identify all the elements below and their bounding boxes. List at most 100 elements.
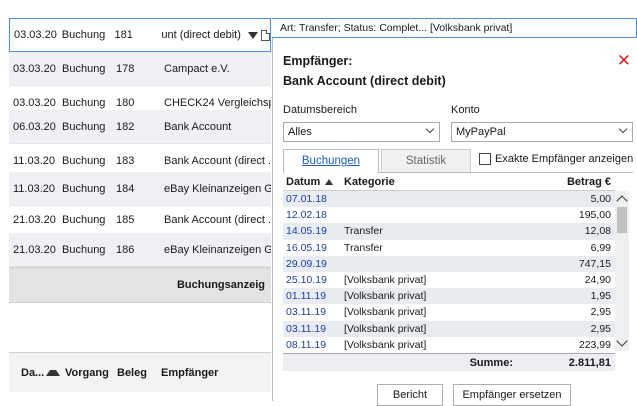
header-process[interactable]: Vorgang (59, 367, 111, 379)
header-receipt[interactable]: Beleg (111, 367, 155, 379)
cell-date: 25.10.19 (286, 273, 327, 286)
table-scrollbar[interactable] (615, 191, 629, 351)
sum-row: Summe: 2.811,81 (283, 352, 615, 371)
booking-row-selected[interactable]: 03.03.20 Buchung 181 unt (direct debit) (9, 18, 271, 52)
col-date-header[interactable]: Datum (283, 174, 341, 190)
checkbox-label: Exakte Empfänger anzeigen (495, 153, 634, 165)
date-range-label: Datumsbereich (283, 104, 357, 116)
cell-amount: 2,95 (590, 306, 611, 319)
checkbox-box[interactable] (479, 153, 491, 165)
row-number: 178 (116, 62, 135, 75)
row-type: Buchung (62, 243, 106, 256)
cell-amount: 223,99 (578, 338, 611, 351)
sum-label: Summe: (469, 356, 513, 369)
row-number: 180 (116, 96, 135, 109)
row-number: 186 (116, 243, 135, 256)
row-date: 03.03.20 (13, 62, 56, 75)
booking-row[interactable]: 21.03.20 Buchung 185 Bank Account (direc… (9, 203, 271, 237)
cell-amount: 6,99 (590, 241, 611, 254)
header-date[interactable]: Da... (9, 366, 61, 379)
row-payee: CHECK24 Vergleichsp... (164, 96, 271, 109)
sum-value: 2.811,81 (568, 356, 611, 369)
cell-amount: 5,00 (590, 193, 611, 205)
table-row[interactable]: 01.11.19 [Volksbank privat] 1,95 (283, 288, 615, 305)
tab-bookings[interactable]: Buchungen (283, 149, 379, 173)
date-range-select[interactable]: Alles (283, 122, 440, 142)
cell-category (341, 191, 521, 207)
tab-statistics[interactable]: Statistik (381, 149, 471, 173)
row-date: 03.03.20 (13, 96, 56, 109)
booking-row[interactable]: 11.03.20 Buchung 184 eBay Kleinanzeigen … (9, 172, 271, 206)
row-number: 182 (116, 120, 135, 133)
row-payee: Bank Account (164, 120, 232, 133)
table-header: Datum Kategorie Betrag € (283, 174, 615, 191)
col-amount-header[interactable]: Betrag € (521, 174, 615, 190)
cell-date: 08.11.19 (286, 338, 327, 351)
cell-amount: 24,90 (584, 273, 611, 286)
popup-subtitle: Bank Account (direct debit) (283, 74, 446, 88)
header-payee[interactable]: Empfänger (155, 367, 255, 379)
table-row[interactable]: 16.05.19 Transfer 6,99 (283, 240, 615, 256)
cell-category: Transfer (344, 241, 383, 254)
cell-category: [Volksbank privat] (344, 273, 427, 286)
cell-category: Transfer (344, 225, 383, 238)
row-number: 181 (114, 29, 133, 41)
cell-amount: 2,95 (590, 322, 611, 335)
table-row[interactable]: 29.09.19 747,15 (283, 255, 615, 272)
cell-date: 29.09.19 (286, 257, 327, 270)
popup-title: Empfänger: (283, 54, 353, 68)
col-date-label: Datum (286, 176, 321, 188)
close-icon[interactable]: ✕ (617, 52, 631, 69)
table-row[interactable]: 12.02.18 195,00 (283, 207, 615, 223)
row-number: 185 (116, 213, 135, 226)
dropdown-arrow-icon[interactable] (248, 31, 259, 39)
booking-row[interactable]: 06.03.20 Buchung 182 Bank Account (9, 110, 271, 144)
table-row[interactable]: 03.11.19 [Volksbank privat] 2,95 (283, 320, 615, 337)
scroll-down-icon[interactable] (616, 335, 628, 347)
cell-date: 14.05.19 (286, 225, 327, 238)
row-date: 21.03.20 (13, 213, 56, 226)
exact-payee-checkbox[interactable]: Exakte Empfänger anzeigen (479, 153, 633, 165)
bookings-table: Datum Kategorie Betrag € 07.01.18 5,00 1… (283, 174, 615, 371)
row-payee: Bank Account (direct ... (164, 154, 271, 167)
cell-amount: 12,08 (584, 225, 611, 238)
cell-amount: 1,95 (590, 290, 611, 303)
table-row[interactable]: 03.11.19 [Volksbank privat] 2,95 (283, 304, 615, 320)
row-type: Buchung (62, 120, 106, 133)
table-row[interactable]: 25.10.19 [Volksbank privat] 24,90 (283, 272, 615, 288)
header-date-label: Da... (21, 366, 45, 379)
booking-row[interactable]: 21.03.20 Buchung 186 eBay Kleinanzeigen … (9, 233, 271, 267)
cell-category: [Volksbank privat] (344, 290, 427, 303)
cell-date: 03.11.19 (286, 322, 327, 335)
replace-payee-button[interactable]: Empfänger ersetzen (453, 384, 571, 406)
cell-date: 01.11.19 (286, 290, 327, 303)
table-row[interactable]: 08.11.19 [Volksbank privat] 223,99 (283, 337, 615, 353)
booking-row[interactable]: 03.03.20 Buchung 178 Campact e.V. (9, 52, 271, 86)
row-type: Buchung (62, 213, 106, 226)
row-payee: Bank Account (direct ... (164, 213, 271, 226)
band-label: Buchungsanzeig (176, 279, 265, 291)
sort-ascending-icon (325, 179, 334, 186)
table-row[interactable]: 07.01.18 5,00 (283, 191, 615, 208)
report-button[interactable]: Bericht (377, 384, 443, 406)
col-category-header[interactable]: Kategorie (341, 174, 521, 190)
row-type: Buchung (62, 96, 106, 109)
transaction-info-bar: Art: Transfer; Status: Complet... [Volks… (272, 18, 637, 38)
row-payee: eBay Kleinanzeigen G... (164, 182, 271, 195)
scroll-thumb[interactable] (617, 207, 627, 233)
row-date: 21.03.20 (13, 243, 56, 256)
row-type: Buchung (62, 182, 106, 195)
cell-category: [Volksbank privat] (344, 338, 427, 351)
document-icon[interactable] (261, 29, 270, 41)
cell-category (341, 256, 521, 272)
table-row[interactable]: 14.05.19 Transfer 12,08 (283, 223, 615, 240)
row-date: 03.03.20 (14, 29, 57, 41)
cell-date: 16.05.19 (286, 241, 327, 254)
cell-date: 03.11.19 (286, 306, 327, 319)
account-label: Konto (451, 104, 480, 116)
row-date: 11.03.20 (13, 154, 56, 167)
scroll-up-icon[interactable] (616, 195, 628, 207)
row-number: 184 (116, 182, 135, 195)
account-select[interactable]: MyPayPal (451, 122, 633, 142)
cell-category (341, 207, 521, 223)
